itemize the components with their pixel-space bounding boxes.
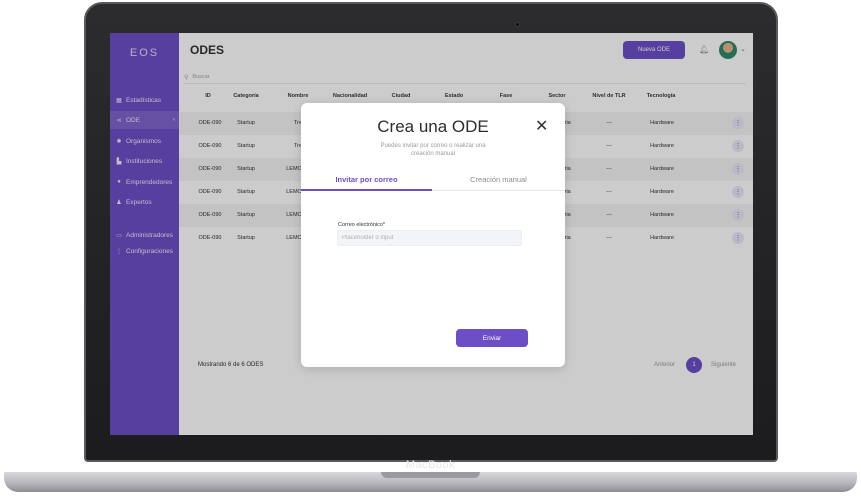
- tab-invitar-por-correo[interactable]: Invitar por correo: [301, 169, 432, 191]
- device-brand: MacBook: [405, 459, 456, 471]
- base-notch: [381, 472, 480, 478]
- send-button[interactable]: Enviar: [456, 329, 528, 347]
- modal-title: Crea una ODE: [377, 117, 489, 136]
- modal-tabs: Invitar por correo Creación manual: [301, 169, 565, 191]
- close-icon[interactable]: ✕: [535, 119, 548, 135]
- email-field[interactable]: [337, 230, 522, 246]
- app-screen: EOS ▦ Estadísticas ⋖ ODE ‹ ✺ Organismos …: [110, 33, 753, 435]
- camera-dot: [515, 22, 520, 27]
- email-label: Correo electrónico*: [338, 222, 386, 228]
- laptop-base: [4, 472, 857, 492]
- modal-subtitle: Puedes invitar por correo o realizar una…: [380, 143, 486, 157]
- tab-creacion-manual[interactable]: Creación manual: [432, 169, 565, 191]
- create-ode-modal: Crea una ODE ✕ Puedes invitar por correo…: [301, 103, 565, 367]
